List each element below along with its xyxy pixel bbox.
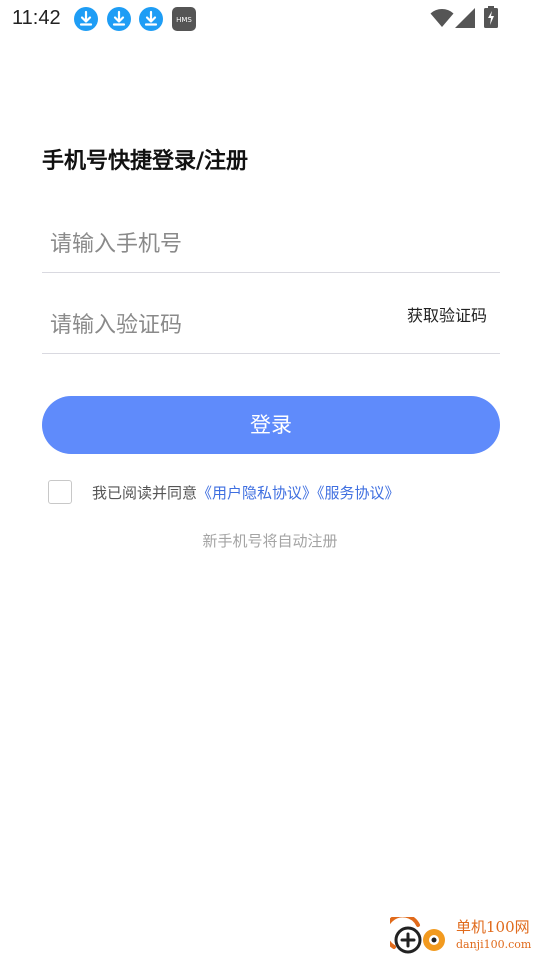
status-time: 11:42 <box>12 7 61 29</box>
login-button[interactable]: 登录 <box>42 396 500 454</box>
signal-icon <box>455 8 475 28</box>
phone-field <box>42 212 500 273</box>
agreement-prefix: 我已阅读并同意 <box>92 484 198 502</box>
hms-icon: HMS <box>172 7 196 31</box>
download-icon <box>107 7 131 31</box>
service-agreement-link[interactable]: 《服务协议》 <box>317 484 400 502</box>
auto-register-hint: 新手机号将自动注册 <box>202 532 338 550</box>
agreement-text: 我已阅读并同意《用户隐私协议》《服务协议》 <box>92 482 400 504</box>
get-code-button[interactable]: 获取验证码 <box>407 305 487 327</box>
agree-checkbox[interactable] <box>48 480 72 504</box>
download-icon <box>139 7 163 31</box>
watermark-logo-icon <box>390 917 445 954</box>
status-bar: 11:42 HMS <box>0 0 540 38</box>
phone-input[interactable] <box>50 224 380 264</box>
battery-charging-icon <box>484 6 498 28</box>
svg-text:HMS: HMS <box>176 16 192 24</box>
watermark: 单机100网 danji100.com <box>390 915 540 960</box>
download-icon <box>74 7 98 31</box>
wifi-icon <box>430 9 454 27</box>
code-field: 获取验证码 <box>42 293 500 354</box>
verification-code-input[interactable] <box>50 305 380 345</box>
page-title: 手机号快捷登录/注册 <box>42 149 249 174</box>
watermark-url: danji100.com <box>456 938 532 951</box>
watermark-name: 单机100网 <box>456 918 530 936</box>
privacy-policy-link[interactable]: 《用户隐私协议》 <box>197 484 317 502</box>
agreement-row: 我已阅读并同意《用户隐私协议》《服务协议》 <box>48 480 508 506</box>
